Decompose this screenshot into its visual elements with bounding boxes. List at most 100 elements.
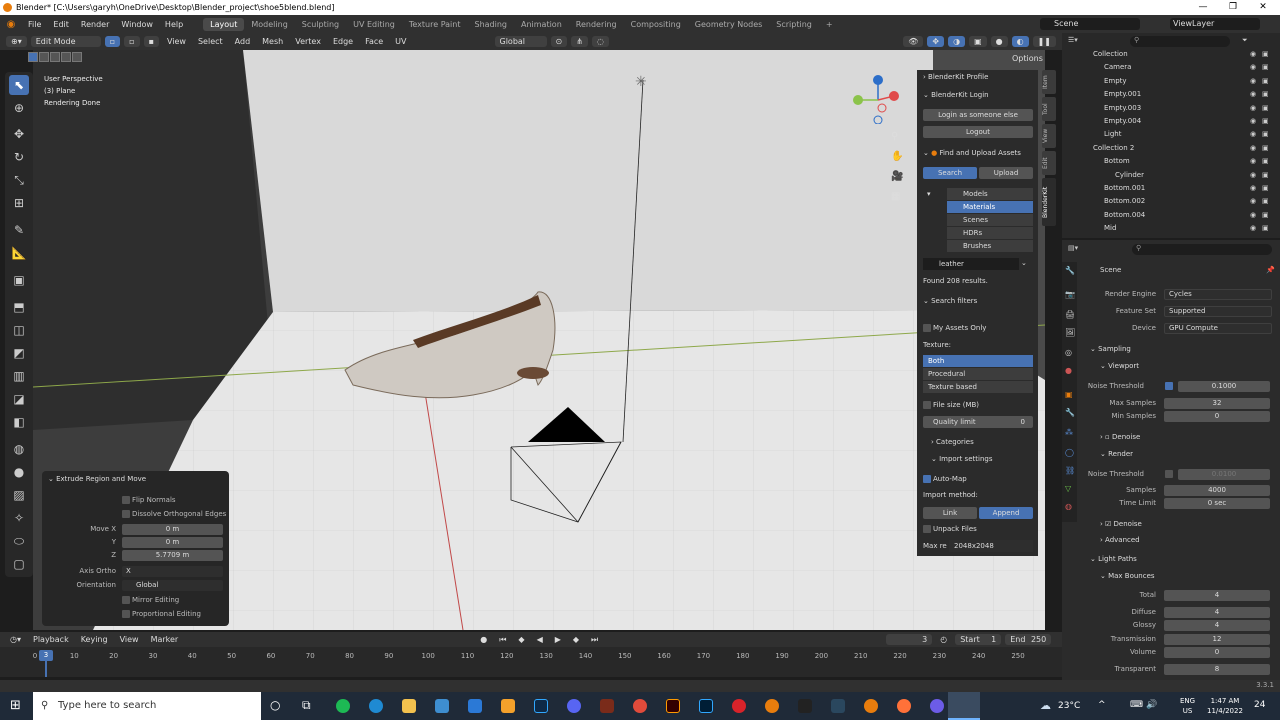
pivot-icon[interactable]: ⊙ bbox=[550, 36, 568, 47]
scene-selector[interactable]: Scene bbox=[1040, 18, 1140, 30]
render-engine-dropdown[interactable]: Cycles bbox=[1164, 289, 1272, 300]
poly-build-tool-icon[interactable]: ◧ bbox=[9, 412, 29, 432]
render-camera-icon[interactable]: ▣ bbox=[1262, 128, 1269, 141]
tab-tool[interactable]: Tool bbox=[1042, 97, 1056, 121]
viewport-noise-field[interactable]: 0.1000 bbox=[1178, 381, 1270, 392]
feature-set-dropdown[interactable]: Supported bbox=[1164, 306, 1272, 317]
proportional-editing-checkbox[interactable] bbox=[122, 610, 130, 618]
select-box-tool-icon[interactable]: ⬉ bbox=[9, 75, 29, 95]
discord-icon[interactable] bbox=[567, 699, 581, 713]
tab-blenderkit[interactable]: BlenderKit bbox=[1042, 178, 1056, 226]
outliner-row[interactable]: Bottom ◉ ▣ bbox=[1062, 155, 1280, 168]
close-icon[interactable]: ✕ bbox=[1248, 0, 1278, 15]
smooth-tool-icon[interactable]: ● bbox=[9, 462, 29, 482]
select-intersect-icon[interactable] bbox=[72, 52, 82, 62]
outliner-row[interactable]: Light ◉ ▣ bbox=[1062, 128, 1280, 141]
maximize-icon[interactable]: ❐ bbox=[1218, 0, 1248, 15]
header-edge[interactable]: Edge bbox=[327, 37, 359, 46]
viewport-denoise-header[interactable]: › ▫ Denoise bbox=[1100, 433, 1140, 441]
render-camera-icon[interactable]: ▣ bbox=[1262, 182, 1269, 195]
output-props-icon[interactable]: 🖨 bbox=[1065, 310, 1075, 319]
visibility-eye-icon[interactable]: ◉ bbox=[1250, 48, 1256, 61]
asset-search-input[interactable]: leather bbox=[923, 258, 1019, 270]
tab-texture-paint[interactable]: Texture Paint bbox=[402, 18, 468, 31]
navigation-gizmo[interactable] bbox=[852, 74, 902, 125]
menu-file[interactable]: File bbox=[22, 20, 47, 29]
tab-rendering[interactable]: Rendering bbox=[569, 18, 624, 31]
epic-games-icon[interactable] bbox=[798, 699, 812, 713]
my-assets-checkbox[interactable] bbox=[923, 324, 931, 332]
editor-type-button[interactable]: ⊕▾ bbox=[6, 36, 27, 47]
outliner-row[interactable]: Empty.004 ◉ ▣ bbox=[1062, 115, 1280, 128]
outliner-row[interactable]: Empty.001 ◉ ▣ bbox=[1062, 88, 1280, 101]
physics-props-icon[interactable]: ◯ bbox=[1065, 448, 1074, 457]
mail-icon[interactable] bbox=[468, 699, 482, 713]
header-face[interactable]: Face bbox=[359, 37, 389, 46]
add-cube-tool-icon[interactable]: ▣ bbox=[9, 270, 29, 290]
task-view-icon[interactable]: ⧉ bbox=[302, 698, 311, 713]
windows-start-icon[interactable]: ⊞ bbox=[10, 699, 24, 713]
weather-temp[interactable]: 23°C bbox=[1058, 701, 1080, 711]
render-camera-icon[interactable]: ▣ bbox=[1262, 142, 1269, 155]
extrude-tool-icon[interactable]: ⬒ bbox=[9, 297, 29, 317]
taskbar-search-input[interactable]: ⚲ Type here to search bbox=[33, 692, 261, 720]
total-bounces-field[interactable]: 4 bbox=[1164, 590, 1270, 601]
transmission-bounces-field[interactable]: 12 bbox=[1164, 634, 1270, 645]
axis-ortho-dropdown[interactable]: X bbox=[122, 566, 223, 577]
material-props-icon[interactable]: ◍ bbox=[1065, 502, 1072, 511]
blender-taskbar-icon-1[interactable] bbox=[765, 699, 779, 713]
gizmo-icon[interactable]: ✥ bbox=[927, 36, 945, 47]
blender-menu-icon[interactable]: ◉ bbox=[0, 19, 22, 30]
search-filters-header[interactable]: ⌄ Search filters bbox=[923, 297, 977, 305]
jump-end-icon[interactable]: ⏭ bbox=[585, 635, 604, 645]
constraints-props-icon[interactable]: ⛓ bbox=[1065, 466, 1075, 475]
menu-window[interactable]: Window bbox=[115, 20, 159, 29]
shear-tool-icon[interactable]: ⬭ bbox=[9, 531, 29, 551]
tab-view[interactable]: View bbox=[1042, 124, 1056, 148]
photoshop-icon[interactable] bbox=[534, 699, 548, 713]
viewport-subheader[interactable]: ⌄ Viewport bbox=[1100, 362, 1139, 370]
categories-header[interactable]: › Categories bbox=[931, 438, 974, 446]
visibility-eye-icon[interactable]: ◉ bbox=[1250, 209, 1256, 222]
outliner-row[interactable]: Cylinder ◉ ▣ bbox=[1062, 169, 1280, 182]
view-layer-props-icon[interactable]: 🖼 bbox=[1065, 328, 1075, 337]
login-header[interactable]: ⌄ BlenderKit Login bbox=[923, 91, 989, 99]
scale-tool-icon[interactable]: ⤡ bbox=[9, 170, 29, 190]
prev-key-icon[interactable]: ◆ bbox=[512, 635, 530, 644]
header-mesh[interactable]: Mesh bbox=[256, 37, 289, 46]
next-key-icon[interactable]: ◆ bbox=[567, 635, 585, 644]
render-camera-icon[interactable]: ▣ bbox=[1262, 75, 1269, 88]
play-icon[interactable]: ▶ bbox=[549, 635, 567, 644]
outliner-row[interactable]: Collection 2 ◉ ▣ bbox=[1062, 142, 1280, 155]
header-uv[interactable]: UV bbox=[389, 37, 412, 46]
render-subheader[interactable]: ⌄ Render bbox=[1100, 450, 1133, 458]
max-bounces-subheader[interactable]: ⌄ Max Bounces bbox=[1100, 572, 1155, 580]
auto-map-checkbox[interactable] bbox=[923, 475, 931, 483]
filter-icon[interactable]: ⏷ bbox=[1242, 36, 1248, 45]
tab-shading[interactable]: Shading bbox=[467, 18, 514, 31]
visibility-eye-icon[interactable]: ◉ bbox=[1250, 61, 1256, 74]
glossy-bounces-field[interactable]: 4 bbox=[1164, 620, 1270, 631]
chrome-icon[interactable] bbox=[633, 699, 647, 713]
render-camera-icon[interactable]: ▣ bbox=[1262, 222, 1269, 235]
header-add[interactable]: Add bbox=[229, 37, 257, 46]
shading-solid-icon[interactable]: ● bbox=[990, 36, 1008, 47]
steam-icon[interactable] bbox=[831, 699, 845, 713]
render-camera-icon[interactable]: ▣ bbox=[1262, 61, 1269, 74]
properties-editor-icon[interactable]: ▤▾ bbox=[1068, 244, 1078, 252]
edge-icon[interactable] bbox=[369, 699, 383, 713]
move-x-field[interactable]: 0 m bbox=[122, 524, 223, 535]
face-select-icon[interactable]: ▪ bbox=[143, 36, 159, 47]
render-camera-icon[interactable]: ▣ bbox=[1262, 115, 1269, 128]
illustrator-alt-icon[interactable] bbox=[501, 699, 515, 713]
game-icon[interactable] bbox=[600, 699, 614, 713]
profile-header[interactable]: › BlenderKit Profile bbox=[923, 73, 988, 81]
tab-item[interactable]: Item bbox=[1042, 70, 1056, 94]
select-subtract-icon[interactable] bbox=[50, 52, 60, 62]
advanced-header[interactable]: › Advanced bbox=[1100, 536, 1140, 544]
header-vertex[interactable]: Vertex bbox=[289, 37, 327, 46]
world-props-icon[interactable]: ● bbox=[1065, 366, 1072, 375]
upload-tab-button[interactable]: Upload bbox=[979, 167, 1033, 179]
shrink-fatten-tool-icon[interactable]: ✧ bbox=[9, 508, 29, 528]
play-reverse-icon[interactable]: ◀ bbox=[531, 635, 549, 644]
